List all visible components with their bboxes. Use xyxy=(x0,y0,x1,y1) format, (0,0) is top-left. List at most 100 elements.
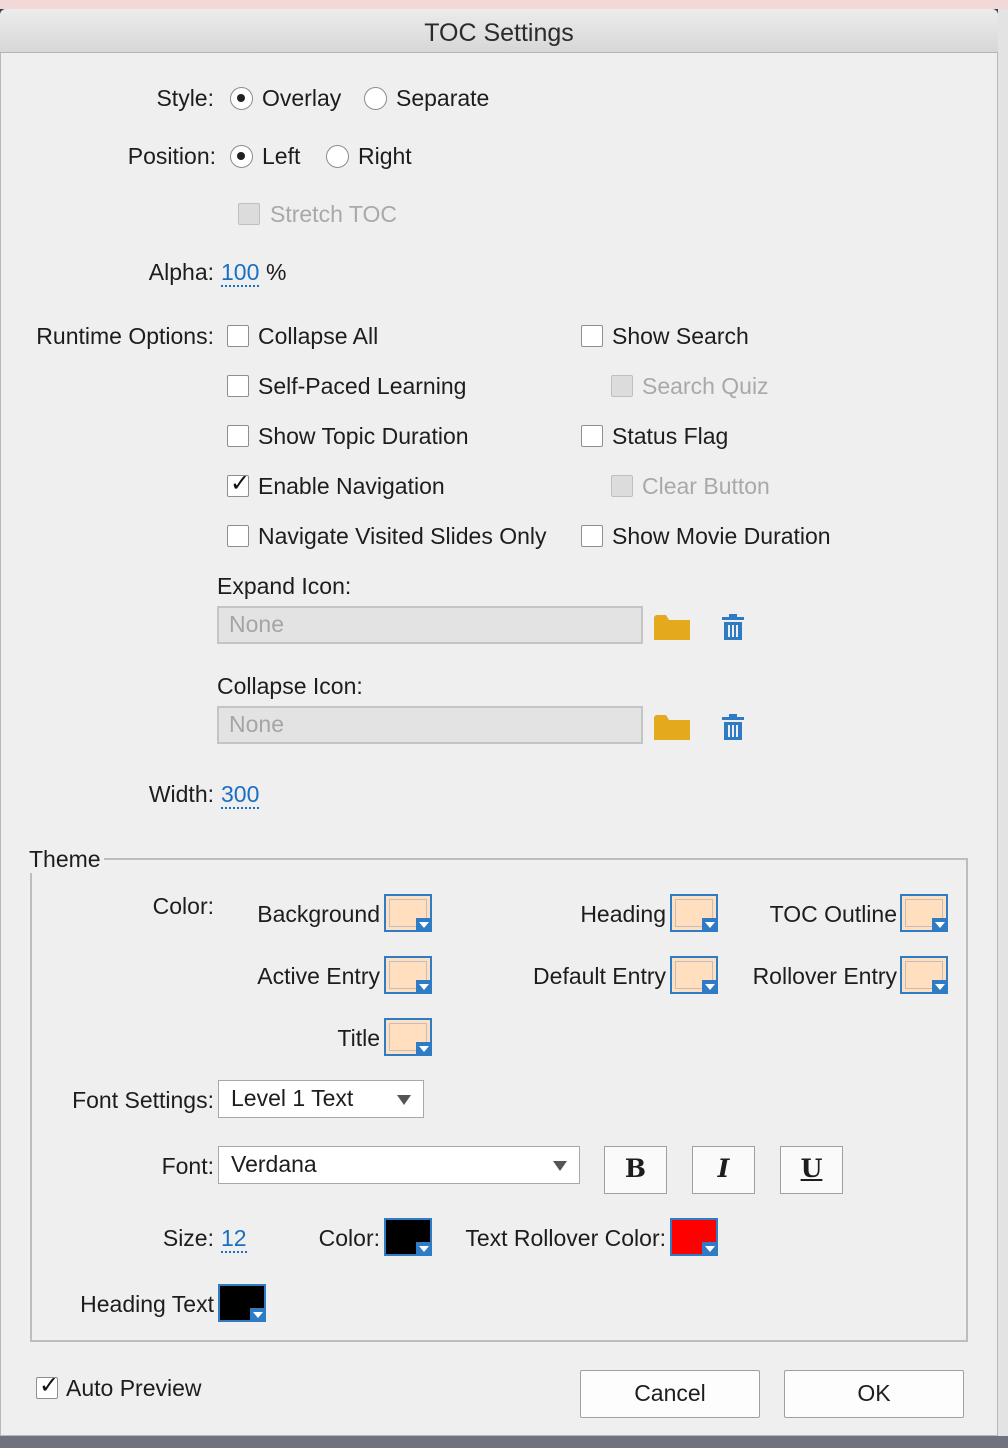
heading-text-color-swatch[interactable] xyxy=(218,1284,266,1322)
title-color-swatch[interactable] xyxy=(384,1018,432,1056)
enable-navigation-checkbox[interactable]: ✓ xyxy=(227,471,250,497)
stretch-toc-label: Stretch TOC xyxy=(270,201,397,227)
runtime-options-label: Runtime Options: xyxy=(36,323,214,349)
auto-preview-label[interactable]: Auto Preview xyxy=(66,1374,202,1402)
collapse-all-checkbox[interactable] xyxy=(227,325,249,347)
heading-text-label: Heading Text xyxy=(80,1291,214,1317)
alpha-value[interactable]: 100 xyxy=(221,259,260,287)
rollover-entry-color-swatch[interactable] xyxy=(900,956,948,994)
position-left-label[interactable]: Left xyxy=(262,142,300,170)
enable-navigation-label[interactable]: Enable Navigation xyxy=(258,472,445,500)
active-entry-color-label: Active Entry xyxy=(257,963,380,989)
trash-icon[interactable] xyxy=(721,714,745,740)
font-settings-select[interactable]: Level 1 Text xyxy=(218,1080,424,1118)
position-label: Position: xyxy=(127,143,216,169)
cancel-button[interactable]: Cancel xyxy=(580,1370,760,1418)
show-movie-duration-label[interactable]: Show Movie Duration xyxy=(612,522,831,550)
default-entry-color-label: Default Entry xyxy=(533,963,666,989)
chevron-down-icon xyxy=(416,1242,432,1256)
width-label: Width: xyxy=(148,781,214,807)
background-color-swatch[interactable] xyxy=(384,894,432,932)
auto-preview-checkbox[interactable]: ✓ xyxy=(36,1373,59,1399)
position-left-radio[interactable] xyxy=(230,145,253,168)
chevron-down-icon xyxy=(702,1242,718,1256)
chevron-down-icon xyxy=(250,1308,266,1322)
collapse-icon-field[interactable]: None xyxy=(217,706,643,744)
ok-button[interactable]: OK xyxy=(784,1370,964,1418)
collapse-all-label[interactable]: Collapse All xyxy=(258,322,378,350)
search-quiz-checkbox[interactable] xyxy=(611,375,633,397)
checkmark-icon: ✓ xyxy=(39,1372,60,1399)
theme-color-label: Color: xyxy=(152,893,214,919)
collapse-icon-label: Collapse Icon: xyxy=(217,673,363,699)
chevron-down-icon xyxy=(702,980,718,994)
background-window-edge xyxy=(998,9,1008,1448)
style-separate-radio[interactable] xyxy=(364,87,387,110)
navigate-visited-label[interactable]: Navigate Visited Slides Only xyxy=(258,522,547,550)
theme-legend: Theme xyxy=(26,845,104,873)
default-entry-color-swatch[interactable] xyxy=(670,956,718,994)
style-label: Style: xyxy=(156,85,214,111)
self-paced-learning-label[interactable]: Self-Paced Learning xyxy=(258,372,466,400)
heading-color-label: Heading xyxy=(580,901,666,927)
chevron-down-icon xyxy=(416,918,432,932)
self-paced-learning-checkbox[interactable] xyxy=(227,375,249,397)
heading-color-swatch[interactable] xyxy=(670,894,718,932)
toc-outline-color-swatch[interactable] xyxy=(900,894,948,932)
dialog-title: TOC Settings xyxy=(424,19,574,47)
style-overlay-label[interactable]: Overlay xyxy=(262,84,341,112)
background-window-bottom xyxy=(0,1436,1008,1448)
background-color-label: Background xyxy=(257,901,380,927)
font-select[interactable]: Verdana xyxy=(218,1146,580,1184)
clear-button-label: Clear Button xyxy=(642,473,770,499)
status-flag-label[interactable]: Status Flag xyxy=(612,422,728,450)
position-right-label[interactable]: Right xyxy=(358,142,412,170)
size-value[interactable]: 12 xyxy=(221,1225,247,1253)
text-color-swatch[interactable] xyxy=(384,1218,432,1256)
rollover-entry-color-label: Rollover Entry xyxy=(752,963,897,989)
font-settings-label: Font Settings: xyxy=(72,1087,214,1113)
title-color-label: Title xyxy=(337,1025,380,1051)
chevron-down-icon xyxy=(932,918,948,932)
checkmark-icon: ✓ xyxy=(230,470,251,497)
chevron-down-icon xyxy=(416,1042,432,1056)
background-window-strip xyxy=(0,0,1008,9)
folder-icon[interactable] xyxy=(654,614,690,640)
italic-button[interactable]: I xyxy=(692,1146,755,1194)
expand-icon-label: Expand Icon: xyxy=(217,573,352,599)
position-right-radio[interactable] xyxy=(326,145,349,168)
text-rollover-color-label: Text Rollover Color: xyxy=(465,1225,666,1251)
chevron-down-icon xyxy=(932,980,948,994)
chevron-down-icon xyxy=(702,918,718,932)
show-movie-duration-checkbox[interactable] xyxy=(581,525,603,547)
style-separate-label[interactable]: Separate xyxy=(396,84,489,112)
active-entry-color-swatch[interactable] xyxy=(384,956,432,994)
underline-button[interactable]: U xyxy=(780,1146,843,1194)
search-quiz-label: Search Quiz xyxy=(642,373,769,399)
show-topic-duration-checkbox[interactable] xyxy=(227,425,249,447)
style-overlay-radio[interactable] xyxy=(230,87,253,110)
alpha-unit: % xyxy=(266,259,287,285)
width-value[interactable]: 300 xyxy=(221,781,260,809)
expand-icon-field[interactable]: None xyxy=(217,606,643,644)
toc-outline-color-label: TOC Outline xyxy=(769,901,897,927)
show-topic-duration-label[interactable]: Show Topic Duration xyxy=(258,422,469,450)
alpha-label: Alpha: xyxy=(148,259,214,285)
navigate-visited-checkbox[interactable] xyxy=(227,525,249,547)
chevron-down-icon xyxy=(416,980,432,994)
font-value: Verdana xyxy=(231,1151,317,1177)
status-flag-checkbox[interactable] xyxy=(581,425,603,447)
show-search-label[interactable]: Show Search xyxy=(612,322,749,350)
font-label: Font: xyxy=(161,1153,214,1179)
clear-button-checkbox[interactable] xyxy=(611,475,633,497)
folder-icon[interactable] xyxy=(654,714,690,740)
text-rollover-color-swatch[interactable] xyxy=(670,1218,718,1256)
text-color-label: Color: xyxy=(318,1225,380,1251)
chevron-down-icon xyxy=(553,1161,567,1171)
show-search-checkbox[interactable] xyxy=(581,325,603,347)
font-settings-value: Level 1 Text xyxy=(231,1085,354,1111)
size-label: Size: xyxy=(162,1225,214,1251)
stretch-toc-checkbox[interactable] xyxy=(238,203,260,225)
bold-button[interactable]: B xyxy=(604,1146,667,1194)
trash-icon[interactable] xyxy=(721,614,745,640)
